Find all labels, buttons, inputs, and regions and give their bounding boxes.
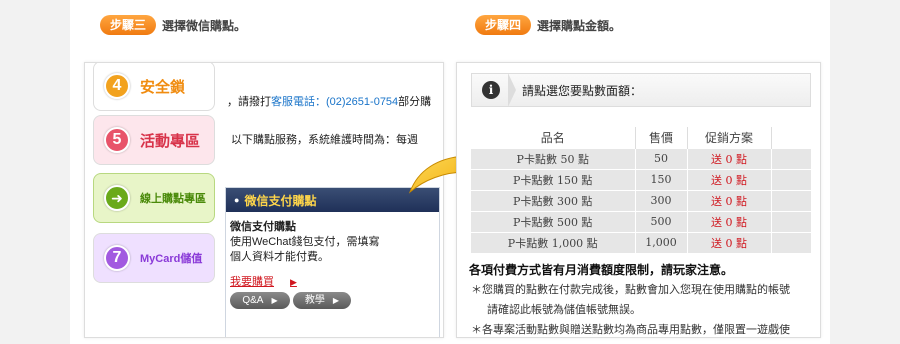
info-bar: i 請點選您要點數面額： bbox=[471, 73, 811, 107]
menu-label-mycard: MyCard儲值 bbox=[140, 253, 203, 265]
triangle-right-icon: ▶ bbox=[271, 296, 278, 305]
table-row[interactable]: P卡點數 150 點 150 送 0 點 bbox=[471, 168, 812, 190]
row-promo: 送 0 點 bbox=[687, 231, 772, 253]
row-blank bbox=[771, 189, 812, 211]
menu-mycard[interactable]: 7 MyCard儲值 bbox=[93, 233, 215, 283]
row-promo: 送 0 點 bbox=[687, 210, 772, 232]
left-panel: 4 安全鎖 5 活動專區 ➜ 線上購點專區 7 MyCard儲值 ，請撥打客服電… bbox=[84, 62, 444, 338]
customer-service-link[interactable]: 客服電話： bbox=[271, 96, 326, 108]
tutorial-label: 教學 bbox=[304, 295, 325, 306]
row-name: P卡點數 150 點 bbox=[471, 168, 636, 190]
row-price: 50 bbox=[635, 147, 688, 169]
info-icon: i bbox=[482, 81, 500, 99]
row-promo: 送 0 點 bbox=[687, 189, 772, 211]
row-price: 500 bbox=[635, 210, 688, 232]
table-row[interactable]: P卡點數 300 點 300 送 0 點 bbox=[471, 189, 812, 211]
arrow-right-icon: ➜ bbox=[104, 185, 130, 211]
row-name: P卡點數 500 點 bbox=[471, 210, 636, 232]
points-table: 品名 售價 促銷方案 P卡點數 50 點 50 送 0 點 P卡點數 150 點… bbox=[471, 127, 812, 253]
row-blank bbox=[771, 231, 812, 253]
row-price: 150 bbox=[635, 168, 688, 190]
step4-header: 步驟四 選擇購點金額。 bbox=[475, 14, 621, 36]
table-row[interactable]: P卡點數 50 點 50 送 0 點 bbox=[471, 147, 812, 169]
rule-line-1: ＊您購買的點數在付款完成後，點數會加入您現在使用購點的帳號 bbox=[471, 284, 790, 296]
menu-label-online: 線上購點專區 bbox=[140, 193, 206, 205]
row-blank bbox=[771, 210, 812, 232]
info-text: 請點選您要點數面額： bbox=[522, 83, 643, 98]
wechat-desc-2: 個人資料才能付費。 bbox=[230, 251, 329, 263]
wechat-header-label: 微信支付購點 bbox=[244, 193, 317, 208]
step4-text: 選擇購點金額。 bbox=[537, 18, 622, 33]
customer-service-phone[interactable]: (02)2651-0754 bbox=[326, 96, 398, 108]
wechat-title: 微信支付購點 bbox=[230, 221, 296, 233]
menu-label-security: 安全鎖 bbox=[140, 78, 186, 96]
bullet-icon: ● bbox=[234, 195, 240, 205]
col-header-blank bbox=[771, 127, 811, 148]
table-row[interactable]: P卡點數 500 點 500 送 0 點 bbox=[471, 210, 812, 232]
number-4-icon: 4 bbox=[104, 73, 130, 99]
rule-line-2: 請確認此帳號為儲值帳號無誤。 bbox=[487, 304, 641, 316]
row-price: 1,000 bbox=[635, 231, 688, 253]
row-promo: 送 0 點 bbox=[687, 168, 772, 190]
row-blank bbox=[771, 147, 812, 169]
col-header-name: 品名 bbox=[471, 127, 636, 148]
buy-now-label: 我要購買 bbox=[230, 276, 274, 288]
row-blank bbox=[771, 168, 812, 190]
menu-label-events: 活動專區 bbox=[140, 132, 201, 150]
qa-button[interactable]: Q&A ▶ bbox=[230, 292, 290, 309]
col-header-price: 售價 bbox=[635, 127, 688, 148]
triangle-right-icon: ▶ bbox=[332, 296, 340, 305]
menu-security-lock[interactable]: 4 安全鎖 bbox=[93, 63, 215, 111]
row-name: P卡點數 300 點 bbox=[471, 189, 636, 211]
col-header-promo: 促銷方案 bbox=[687, 127, 772, 148]
menu-online-purchase[interactable]: ➜ 線上購點專區 bbox=[93, 173, 215, 223]
table-row[interactable]: P卡點數 1,000 點 1,000 送 0 點 bbox=[471, 231, 812, 253]
right-panel: i 請點選您要點數面額： 品名 售價 促銷方案 P卡點數 50 點 50 送 0… bbox=[456, 62, 821, 338]
notice-line-2: 以下購點服務，系統維護時間為：每週 bbox=[231, 134, 418, 146]
triangle-right-icon: ▶ bbox=[290, 277, 297, 287]
step4-badge: 步驟四 bbox=[475, 15, 532, 35]
rule-line-3: ＊各專案活動點數與贈送點數均為商品專用點數，僅限置一遊戲使 bbox=[471, 324, 790, 336]
tutorial-button[interactable]: 教學 ▶ bbox=[293, 292, 351, 309]
notice-line-1: ，請撥打客服電話：(02)2651-0754部分購 bbox=[227, 93, 431, 109]
wechat-buttons: Q&A ▶ 教學 ▶ bbox=[230, 292, 433, 309]
row-price: 300 bbox=[635, 189, 688, 211]
table-header-row: 品名 售價 促銷方案 bbox=[471, 127, 811, 148]
row-promo: 送 0 點 bbox=[687, 147, 772, 169]
buy-now-link[interactable]: 我要購買 ▶ bbox=[230, 275, 433, 290]
number-5-icon: 5 bbox=[104, 127, 130, 153]
wechat-desc-1: 使用WeChat錢包支付，需填寫 bbox=[230, 236, 380, 248]
step3-header: 步驟三 選擇微信購點。 bbox=[100, 14, 246, 36]
separator-arrow-icon bbox=[508, 73, 516, 107]
number-7-icon: 7 bbox=[104, 245, 130, 271]
wechat-pay-body: 微信支付購點 使用WeChat錢包支付，需填寫 個人資料才能付費。 我要購買 ▶… bbox=[226, 212, 439, 309]
step3-badge: 步驟三 bbox=[100, 15, 157, 35]
wechat-pay-box: ● 微信支付購點 微信支付購點 使用WeChat錢包支付，需填寫 個人資料才能付… bbox=[225, 187, 440, 337]
row-name: P卡點數 1,000 點 bbox=[471, 231, 636, 253]
notice-prefix: ，請撥打 bbox=[227, 96, 271, 108]
step3-text: 選擇微信購點。 bbox=[162, 18, 247, 33]
menu-events[interactable]: 5 活動專區 bbox=[93, 115, 215, 165]
row-name: P卡點數 50 點 bbox=[471, 147, 636, 169]
rules-title: 各項付費方式皆有月消費額度限制，請玩家注意。 bbox=[469, 263, 734, 277]
notice-suffix: 部分購 bbox=[398, 96, 432, 108]
qa-label: Q&A bbox=[242, 295, 264, 306]
